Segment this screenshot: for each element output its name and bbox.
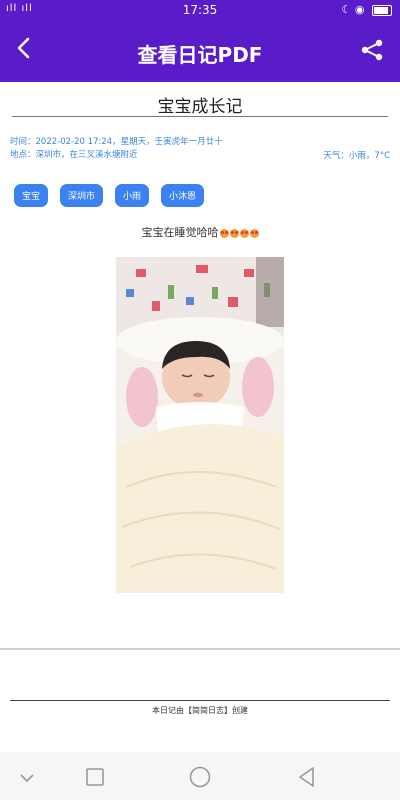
share-button[interactable] [360, 38, 386, 64]
circle-icon [189, 766, 211, 788]
tag-chip[interactable]: 小雨 [115, 184, 150, 207]
title-divider [12, 116, 388, 117]
moon-icon: ☾ [341, 3, 352, 16]
system-nav-bar [0, 752, 400, 800]
battery-icon [372, 4, 392, 16]
nav-home-button[interactable] [187, 764, 213, 790]
nav-hide-button[interactable] [14, 764, 40, 790]
diary-time: 时间：2022-02-20 17:24，星期天，壬寅虎年一月廿十 [10, 137, 223, 147]
status-time: 17:35 [182, 3, 218, 17]
footer-divider [10, 700, 390, 701]
photo-caption: 宝宝在睡觉哈哈 [0, 224, 400, 240]
tag-chip[interactable]: 宝宝 [14, 184, 49, 207]
triangle-back-icon [299, 767, 314, 787]
square-icon [86, 768, 104, 786]
caption-text: 宝宝在睡觉哈哈 [141, 226, 219, 239]
nav-back-button[interactable] [294, 764, 320, 790]
diary-photo[interactable] [116, 257, 284, 593]
share-icon [361, 39, 383, 61]
status-bar: ıll ıll 17:35 ☾ ◉ [0, 0, 400, 22]
app-header: 查看日记PDF [0, 22, 400, 82]
diary-weather: 天气：小雨，7°C [323, 151, 390, 161]
status-icons: ☾ ◉ [342, 3, 392, 16]
tag-chip[interactable]: 小沐恩 [161, 184, 205, 207]
diary-title: 宝宝成长记 [157, 97, 243, 117]
tag-list: 宝宝 深圳市 小雨 小沐恩 [14, 184, 205, 207]
chevron-down-icon [20, 774, 34, 783]
diary-meta: 时间：2022-02-20 17:24，星期天，壬寅虎年一月廿十 地点：深圳市，… [10, 136, 223, 162]
section-divider [0, 648, 400, 650]
footer-credit: 本日记由【简简日志】创建 [152, 706, 248, 715]
location-icon: ◉ [354, 3, 365, 16]
page-title: 查看日记PDF [137, 43, 263, 67]
heart-eyes-emoji-icon [219, 226, 259, 239]
tag-chip[interactable]: 深圳市 [60, 184, 104, 207]
nav-recents-button[interactable] [82, 764, 108, 790]
baby-photo-image [116, 257, 284, 593]
diary-location: 地点：深圳市，在三叉溪水塘附近 [10, 150, 138, 160]
